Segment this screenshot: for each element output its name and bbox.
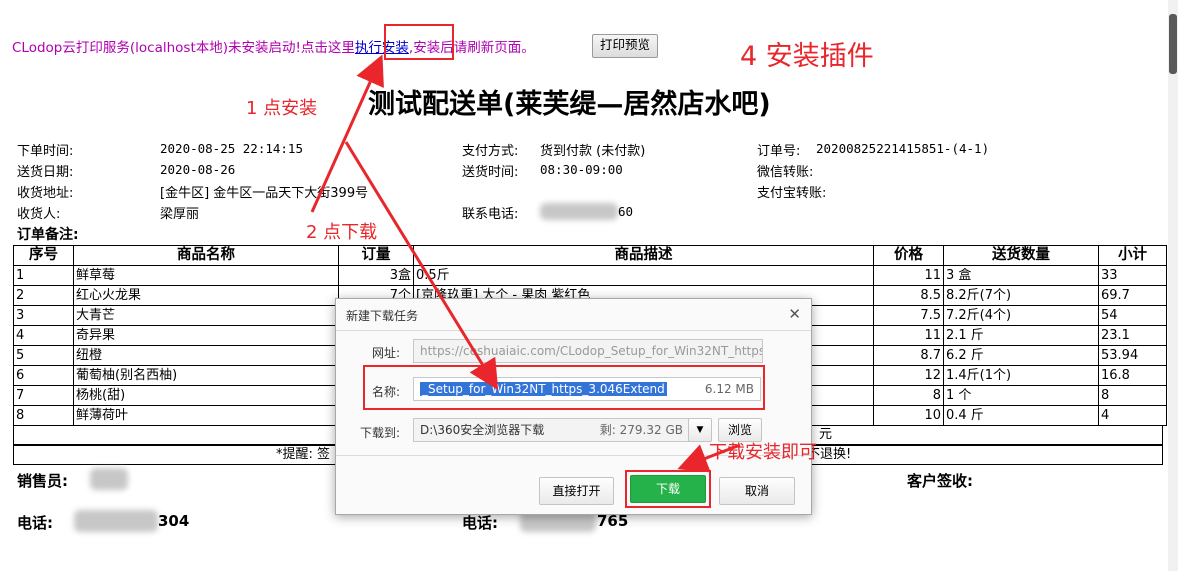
scrollbar-thumb[interactable] <box>1169 14 1177 74</box>
annotation-arrows <box>310 54 741 473</box>
arrow-step2 <box>344 141 499 391</box>
arrow-step1 <box>310 54 384 213</box>
page-scrollbar[interactable] <box>1168 0 1178 571</box>
arrow-step3 <box>677 443 741 473</box>
